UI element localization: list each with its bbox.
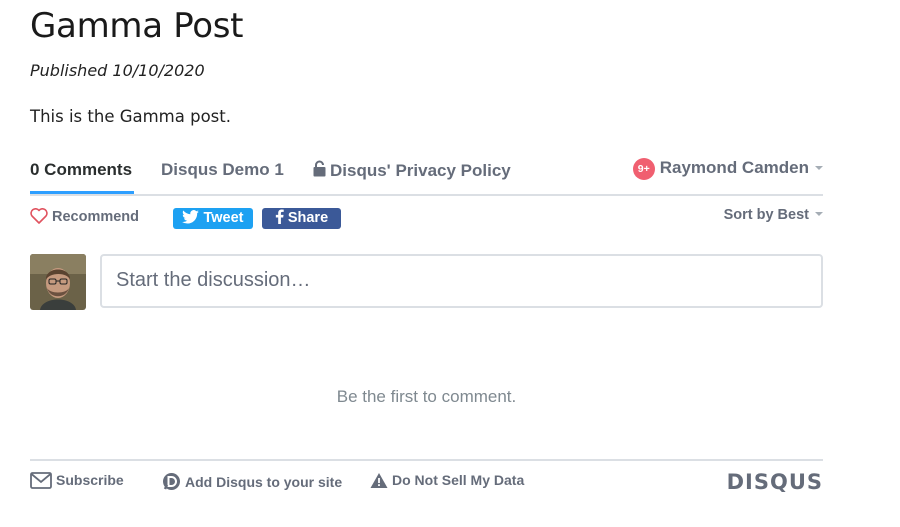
user-menu[interactable]: 9+ Raymond Camden	[632, 158, 823, 182]
disqus-thread: 0 Comments Disqus Demo 1 Disqus' Privacy…	[30, 150, 823, 527]
chevron-down-icon	[815, 212, 823, 216]
page-title: Gamma Post	[30, 6, 244, 46]
lock-icon	[313, 160, 326, 182]
subscribe-link[interactable]: Subscribe	[30, 472, 124, 489]
chevron-down-icon	[815, 166, 823, 170]
recommend-label: Recommend	[52, 209, 140, 225]
facebook-share-button[interactable]: Share	[262, 208, 341, 229]
heart-icon	[30, 208, 48, 224]
sort-dropdown[interactable]: Sort by Best	[724, 207, 823, 223]
disqus-logo[interactable]: DISQUS	[727, 470, 823, 494]
tab-comments[interactable]: 0 Comments	[30, 160, 132, 180]
user-name: Raymond Camden	[659, 158, 809, 177]
tab-privacy-policy[interactable]: Disqus' Privacy Policy	[313, 160, 511, 182]
warning-icon	[370, 473, 388, 488]
published-date: Published 10/10/2020	[30, 61, 205, 80]
tweet-label: Tweet	[203, 210, 244, 226]
comment-input[interactable]	[114, 268, 808, 293]
envelope-icon	[30, 472, 52, 489]
thread-toolbar: Recommend Tweet Share Sort by Best	[30, 207, 823, 231]
privacy-policy-label: Disqus' Privacy Policy	[330, 161, 511, 180]
disqus-footer: Subscribe Add Disqus to your site Do Not…	[30, 459, 823, 501]
comment-composer[interactable]	[100, 254, 823, 308]
avatar[interactable]	[30, 254, 86, 310]
post-body: This is the Gamma post.	[30, 107, 231, 126]
disqus-nav: 0 Comments Disqus Demo 1 Disqus' Privacy…	[30, 150, 823, 196]
notification-badge[interactable]: 9+	[632, 158, 655, 180]
facebook-icon	[275, 209, 284, 224]
twitter-icon	[182, 210, 200, 224]
active-tab-indicator	[30, 191, 134, 194]
tweet-button[interactable]: Tweet	[173, 208, 253, 229]
recommend-button[interactable]: Recommend	[30, 208, 139, 225]
subscribe-label: Subscribe	[56, 472, 124, 488]
empty-state-message: Be the first to comment.	[336, 387, 517, 406]
do-not-sell-label: Do Not Sell My Data	[392, 472, 525, 488]
share-label: Share	[287, 210, 329, 226]
tab-community[interactable]: Disqus Demo 1	[161, 160, 284, 180]
add-disqus-link[interactable]: Add Disqus to your site	[162, 472, 342, 491]
sort-label: Sort by Best	[723, 207, 809, 223]
add-disqus-label: Add Disqus to your site	[185, 474, 343, 490]
do-not-sell-link[interactable]: Do Not Sell My Data	[370, 472, 524, 489]
disqus-d-icon	[163, 473, 180, 490]
